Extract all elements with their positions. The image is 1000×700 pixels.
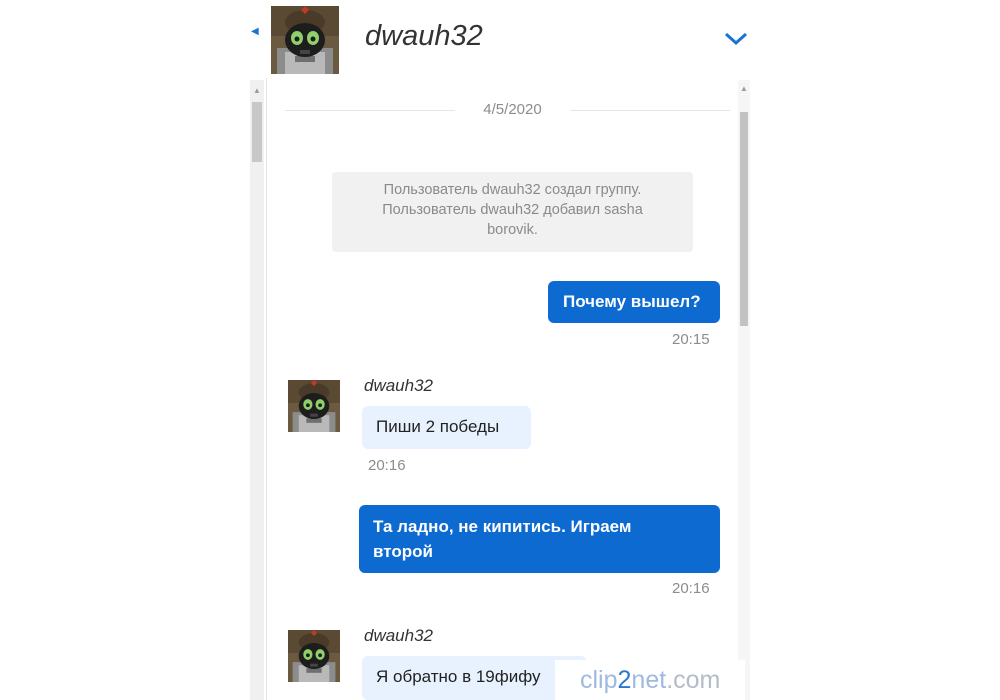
divider [266,78,267,700]
system-line: Пользователь dwauh32 создал группу. [383,182,642,198]
message-text: второй [373,542,433,561]
scrollbar-thumb[interactable] [740,112,748,326]
incoming-message[interactable]: Я обратно в 19фифу [362,656,587,700]
chat-title[interactable]: dwauh32 [365,20,483,53]
message-text: Я обратно в 19фифу [376,667,541,686]
message-time: 20:15 [672,331,710,348]
system-notice: Пользователь dwauh32 создал группу. Поль… [332,172,693,252]
chevron-down-icon[interactable] [722,28,750,48]
scrollbar-thumb[interactable] [252,102,262,162]
sender-name: dwauh32 [364,626,434,645]
sender-avatar[interactable] [288,630,340,682]
sender-name: dwauh32 [364,376,434,395]
system-line: Пользователь dwauh32 добавил sasha [382,202,643,218]
watermark-logo: clip2net.com [580,666,721,694]
outgoing-message[interactable]: Почему вышел? [548,281,720,323]
message-time: 20:16 [672,580,710,597]
message-text: Почему вышел? [563,292,701,311]
left-scrollbar[interactable]: ▲ [250,80,264,700]
divider [570,110,730,111]
message-text: Та ладно, не кипитись. Играем [373,517,632,536]
system-line: borovik. [487,222,538,238]
message-time: 20:16 [368,457,406,474]
outgoing-message[interactable]: Та ладно, не кипитись. Играем второй [359,505,720,573]
date-divider: 4/5/2020 [483,101,542,118]
incoming-message[interactable]: Пиши 2 победы [362,406,531,449]
collapse-arrow-icon[interactable]: ◀ [251,26,259,37]
chat-scrollbar[interactable]: ▲ [738,80,750,700]
message-text: Пиши 2 победы [376,417,500,436]
group-avatar[interactable] [271,6,339,74]
scroll-up-arrow-icon[interactable]: ▲ [740,84,748,93]
scroll-up-arrow-icon[interactable]: ▲ [253,86,261,95]
divider [285,110,455,111]
sender-avatar[interactable] [288,380,340,432]
